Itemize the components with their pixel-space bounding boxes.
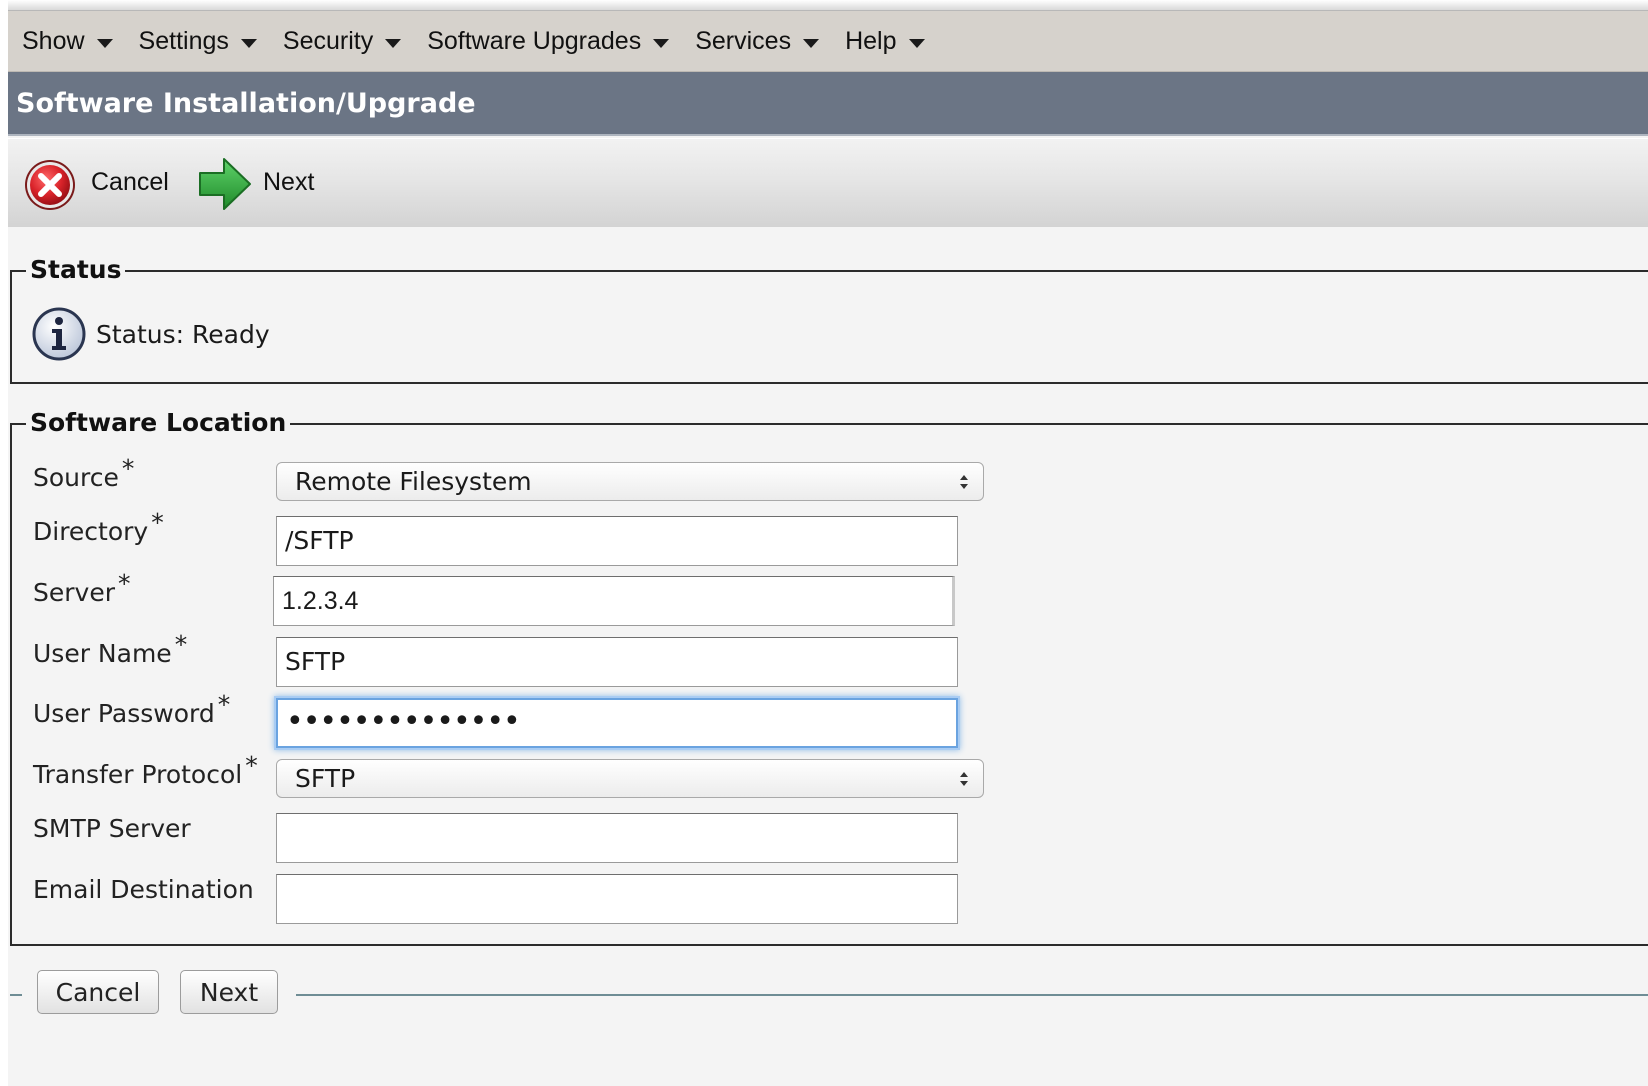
directory-label-text: Directory [33,517,149,546]
required-marker: * [174,629,188,659]
menu-settings[interactable]: Settings [126,11,270,71]
server-label: Server * [33,571,130,607]
select-arrows-icon [960,475,968,489]
transfer-protocol-select[interactable]: SFTP [276,759,984,798]
required-marker: * [117,568,131,598]
source-label: Source * [33,456,134,492]
page-title: Software Installation/Upgrade [8,72,1648,136]
cancel-x-icon[interactable] [23,158,77,212]
chevron-down-icon [908,38,925,48]
menu-software-upgrades[interactable]: Software Upgrades [414,11,682,71]
smtp-server-label: SMTP Server [33,814,191,843]
required-marker: * [151,507,164,537]
email-destination-input[interactable] [276,874,958,924]
chevron-down-icon [385,38,402,48]
server-label-text: Server [33,578,115,607]
next-arrow-icon[interactable] [196,155,254,213]
left-frame-strip [0,0,8,1086]
smtp-server-input[interactable] [276,813,958,863]
status-legend: Status [26,255,126,284]
source-select[interactable]: Remote Filesystem [276,462,984,501]
toolbar-cancel-button[interactable]: Cancel [91,168,169,197]
software-location-legend: Software Location [26,408,291,437]
menu-show[interactable]: Show [8,11,126,71]
source-label-text: Source [33,463,119,492]
status-text: Status: Ready [96,320,270,349]
user-name-label-text: User Name [33,639,172,668]
toolbar-next-button[interactable]: Next [263,168,314,197]
menubar: Show Settings Security Software Upgrades… [8,11,1648,72]
server-input[interactable]: 1.2.3.4 [273,576,955,626]
menu-help[interactable]: Help [832,11,937,71]
menu-security[interactable]: Security [270,11,414,71]
footer-divider-right [296,994,1648,996]
user-name-label: User Name * [33,632,187,668]
password-mask: •••••••••••••• [286,704,521,739]
user-password-label-text: User Password [33,699,215,728]
user-password-label: User Password * [33,692,230,728]
user-name-input[interactable]: SFTP [276,637,958,687]
cancel-button[interactable]: Cancel [37,970,159,1014]
select-arrows-icon [960,772,968,786]
user-password-input[interactable]: •••••••••••••• [276,698,958,748]
directory-input[interactable]: /SFTP [276,516,958,566]
menu-show-label: Show [22,26,85,55]
toolbar: Cancel Next [8,138,1648,227]
directory-label: Directory * [33,510,164,546]
menu-services-label: Services [695,26,792,55]
menu-settings-label: Settings [138,26,229,55]
chevron-down-icon [803,38,820,48]
required-marker: * [245,750,258,780]
menu-help-label: Help [845,26,897,55]
chevron-down-icon [653,38,670,48]
chevron-down-icon [240,38,257,48]
footer-divider-left [10,994,22,996]
transfer-protocol-label-text: Transfer Protocol [33,760,243,789]
menu-software-upgrades-label: Software Upgrades [427,26,642,55]
source-select-value: Remote Filesystem [295,467,532,496]
required-marker: * [217,689,231,719]
menu-security-label: Security [282,26,374,55]
email-destination-label: Email Destination [33,875,254,904]
transfer-protocol-select-value: SFTP [295,764,356,793]
next-button[interactable]: Next [180,970,278,1014]
info-icon [31,306,87,362]
menu-services[interactable]: Services [682,11,832,71]
chevron-down-icon [96,38,113,48]
required-marker: * [121,453,135,483]
window-top-edge [8,0,1648,11]
transfer-protocol-label: Transfer Protocol * [33,753,258,789]
